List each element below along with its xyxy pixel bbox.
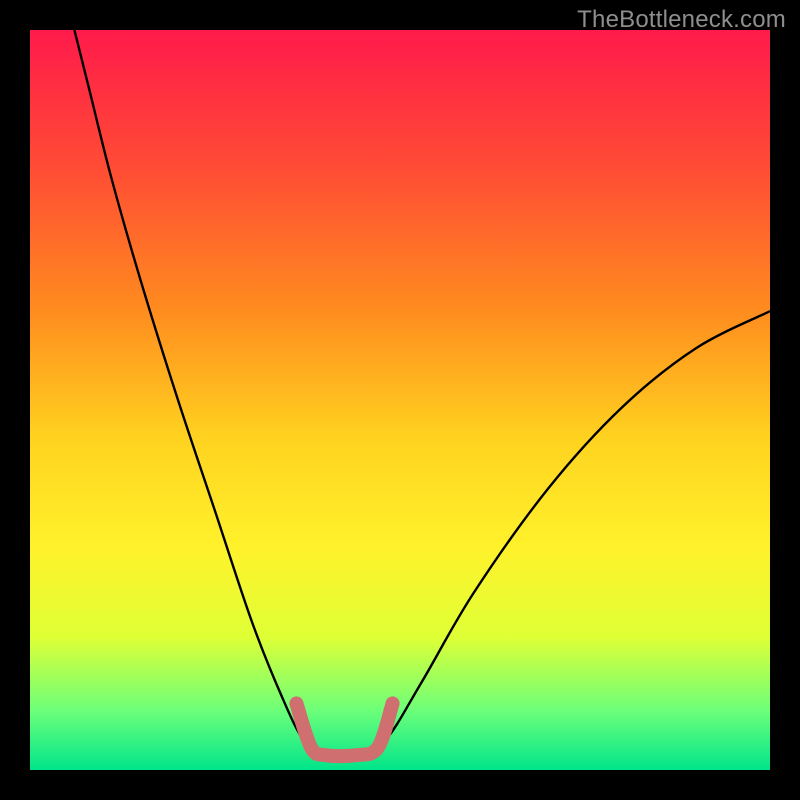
- chart-frame: TheBottleneck.com: [0, 0, 800, 800]
- watermark-text: TheBottleneck.com: [577, 6, 786, 34]
- plot-background: [30, 30, 770, 770]
- chart-svg: [0, 0, 800, 800]
